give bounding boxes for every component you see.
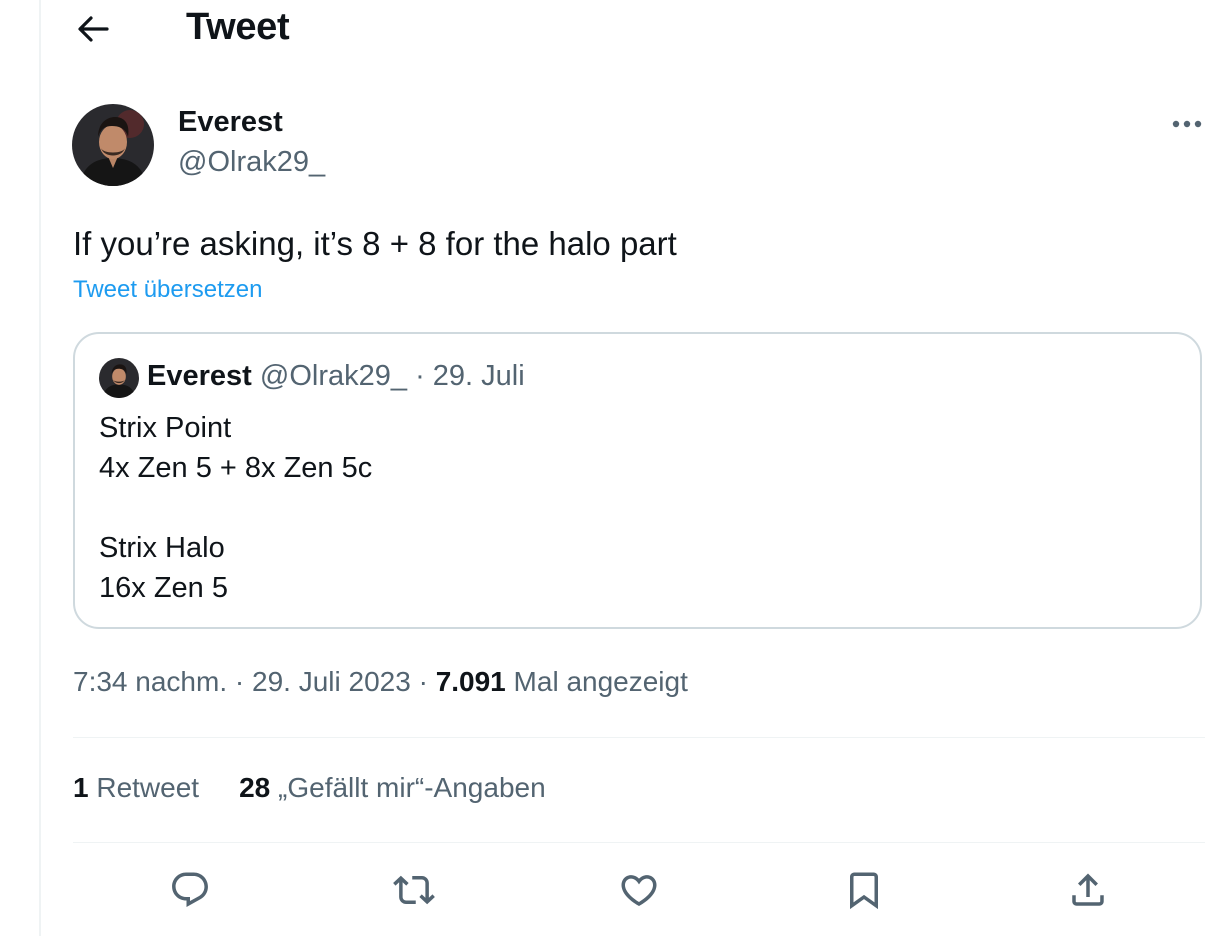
quoted-meta: Everest @Olrak29_ · 29. Juli: [147, 360, 525, 393]
tweet-stats: 1 Retweet 28 „Gefällt mir“-Angaben: [73, 772, 546, 804]
retweets-stat[interactable]: 1 Retweet: [73, 772, 199, 804]
divider: [73, 737, 1205, 738]
quoted-separator: ·: [415, 360, 425, 392]
bookmark-button[interactable]: [840, 866, 888, 914]
page-title: Tweet: [186, 6, 290, 48]
like-button[interactable]: [615, 866, 663, 914]
quoted-text-line: 16x Zen 5: [99, 572, 228, 604]
like-icon: [621, 875, 657, 907]
likes-stat[interactable]: 28 „Gefällt mir“-Angaben: [239, 772, 546, 804]
share-icon: [1072, 873, 1104, 906]
quoted-text-line: Strix Point: [99, 412, 232, 444]
likes-label: „Gefällt mir“-Angaben: [278, 772, 546, 803]
left-column-border: [39, 0, 41, 936]
bookmark-icon: [850, 872, 878, 910]
translate-tweet-link[interactable]: Tweet übersetzen: [73, 276, 262, 304]
retweets-label: Retweet: [96, 772, 200, 803]
author-name[interactable]: Everest: [178, 106, 283, 139]
author-handle[interactable]: @Olrak29_: [178, 146, 325, 179]
quoted-text-line: [99, 488, 372, 528]
more-horizontal-icon: [1172, 120, 1202, 128]
tweet-page: Tweet Everest @Olrak29_ If you’re asking…: [0, 0, 1222, 936]
views-count: 7.091: [435, 666, 506, 697]
tweet-text: If you’re asking, it’s 8 + 8 for the hal…: [73, 225, 677, 262]
retweet-icon: [393, 875, 435, 905]
quoted-avatar: [99, 358, 139, 398]
quoted-text: Strix Point 4x Zen 5 + 8x Zen 5c Strix H…: [99, 408, 372, 608]
tweet-meta: 7:34 nachm. · 29. Juli 2023 · 7.091 Mal …: [73, 666, 688, 698]
quoted-author-name: Everest: [147, 360, 252, 392]
quoted-date: 29. Juli: [432, 360, 525, 392]
divider: [73, 842, 1205, 843]
quoted-text-line: 4x Zen 5 + 8x Zen 5c: [99, 452, 373, 484]
arrow-left-icon: [78, 16, 109, 42]
meta-separator: ·: [418, 666, 428, 697]
avatar[interactable]: [72, 104, 154, 186]
tweet-date[interactable]: 29. Juli 2023: [252, 666, 411, 697]
meta-separator: ·: [234, 666, 245, 697]
retweets-count: 1: [73, 772, 89, 803]
quoted-author-handle: @Olrak29_: [259, 360, 407, 392]
retweet-button[interactable]: [390, 866, 438, 914]
reply-icon: [172, 872, 208, 907]
quoted-tweet[interactable]: Everest @Olrak29_ · 29. Juli Strix Point…: [73, 332, 1202, 629]
tweet-time[interactable]: 7:34 nachm.: [73, 666, 227, 697]
views-label: Mal angezeigt: [513, 666, 688, 697]
likes-count: 28: [239, 772, 271, 803]
back-button[interactable]: [72, 8, 114, 50]
quoted-text-line: Strix Halo: [99, 532, 225, 564]
more-options-button[interactable]: [1166, 106, 1208, 142]
reply-button[interactable]: [166, 866, 214, 914]
share-button[interactable]: [1064, 866, 1112, 914]
